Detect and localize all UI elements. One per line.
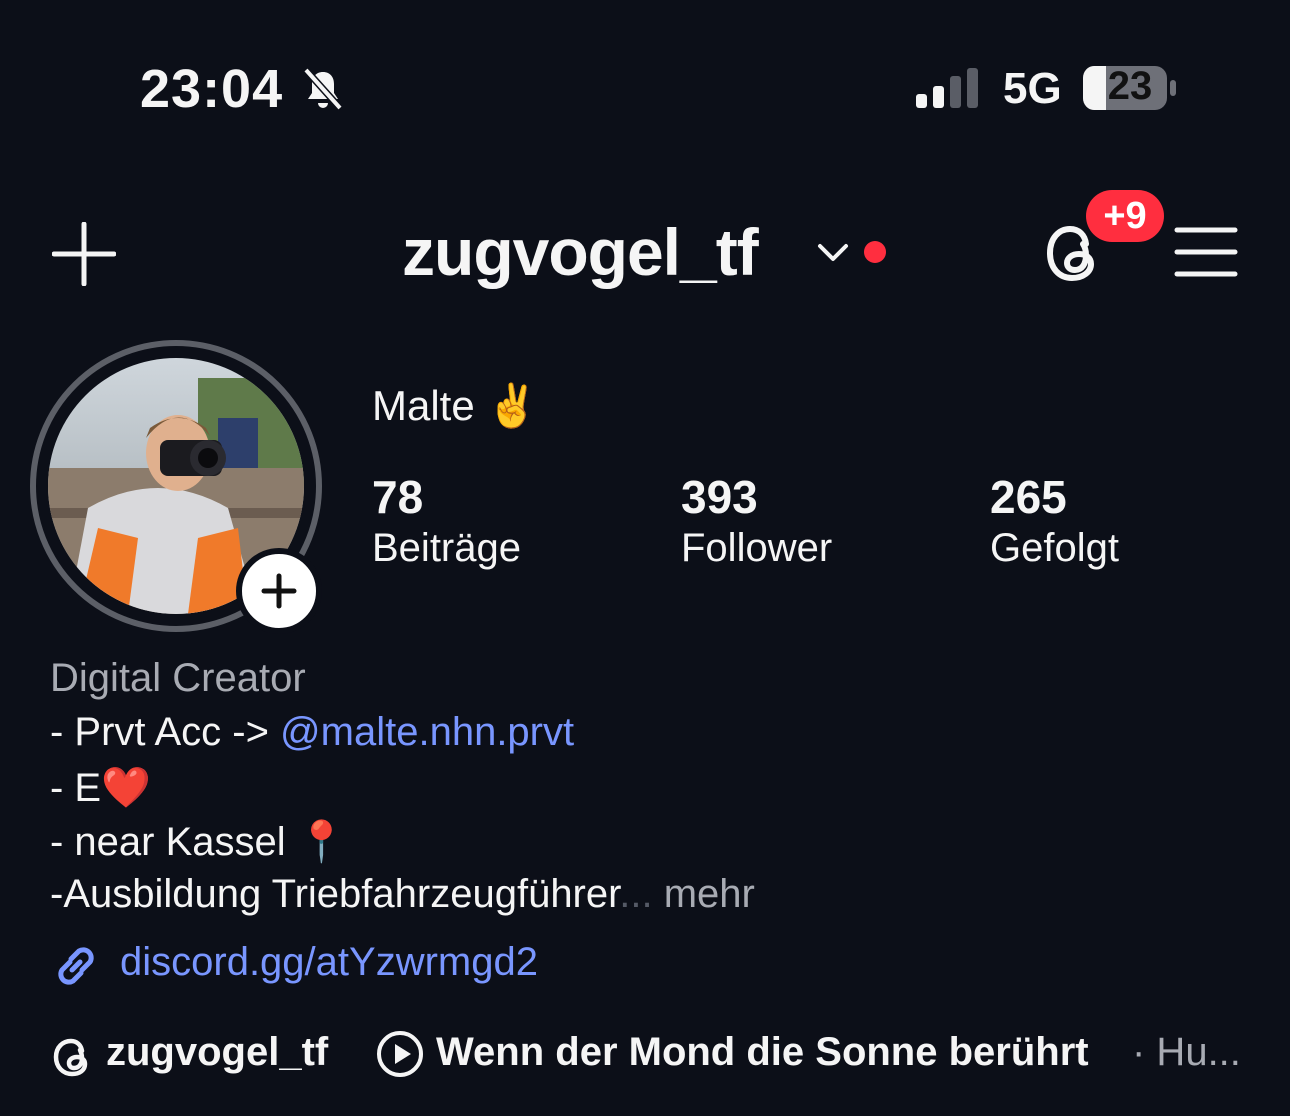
- bio-line: - near Kassel 📍: [50, 820, 347, 864]
- signal-icon: [916, 68, 978, 108]
- profile-category: Digital Creator: [50, 656, 306, 700]
- threads-icon[interactable]: [50, 1034, 94, 1080]
- battery-level: 23: [1107, 64, 1153, 108]
- bell-muted-icon: [303, 67, 343, 111]
- link-icon: [58, 947, 94, 985]
- following-count[interactable]: 265: [990, 470, 1067, 524]
- following-label[interactable]: Gefolgt: [990, 526, 1119, 571]
- bio-line-private-account: - Prvt Acc -> @malte.nhn.prvt: [50, 710, 574, 755]
- add-story-icon[interactable]: [236, 548, 322, 634]
- play-icon[interactable]: [376, 1030, 424, 1078]
- posts-label[interactable]: Beiträge: [372, 526, 521, 571]
- profile-username[interactable]: zugvogel_tf: [402, 214, 759, 290]
- threads-username-link[interactable]: zugvogel_tf: [106, 1030, 328, 1075]
- bio-line-training: -Ausbildung Triebfahrzeugführer... mehr: [50, 872, 755, 917]
- bio-line-text: - Prvt Acc ->: [50, 710, 281, 754]
- ellipsis: ...: [619, 872, 653, 916]
- profile-song-title[interactable]: Wenn der Mond die Sonne berührt: [436, 1030, 1089, 1075]
- external-link[interactable]: discord.gg/atYzwrmgd2: [120, 940, 538, 985]
- threads-badge: +9: [1086, 190, 1164, 242]
- notification-dot: [864, 241, 886, 263]
- profile-name: Malte ✌️: [372, 382, 539, 429]
- profile-song-artist: · Hu...: [1132, 1030, 1241, 1074]
- more-button[interactable]: mehr: [653, 872, 755, 916]
- followers-label[interactable]: Follower: [681, 526, 832, 571]
- posts-count[interactable]: 78: [372, 470, 423, 524]
- chevron-down-icon[interactable]: [816, 238, 850, 266]
- mention-link[interactable]: @malte.nhn.prvt: [280, 710, 574, 754]
- create-plus-icon[interactable]: [52, 222, 116, 286]
- bio-line-text: -Ausbildung Triebfahrzeugführer: [50, 872, 620, 916]
- network-type: 5G: [1003, 64, 1062, 113]
- followers-count[interactable]: 393: [681, 470, 758, 524]
- bio-line: - E❤️: [50, 766, 151, 810]
- hamburger-menu-icon[interactable]: [1174, 224, 1238, 280]
- status-time: 23:04: [140, 59, 284, 119]
